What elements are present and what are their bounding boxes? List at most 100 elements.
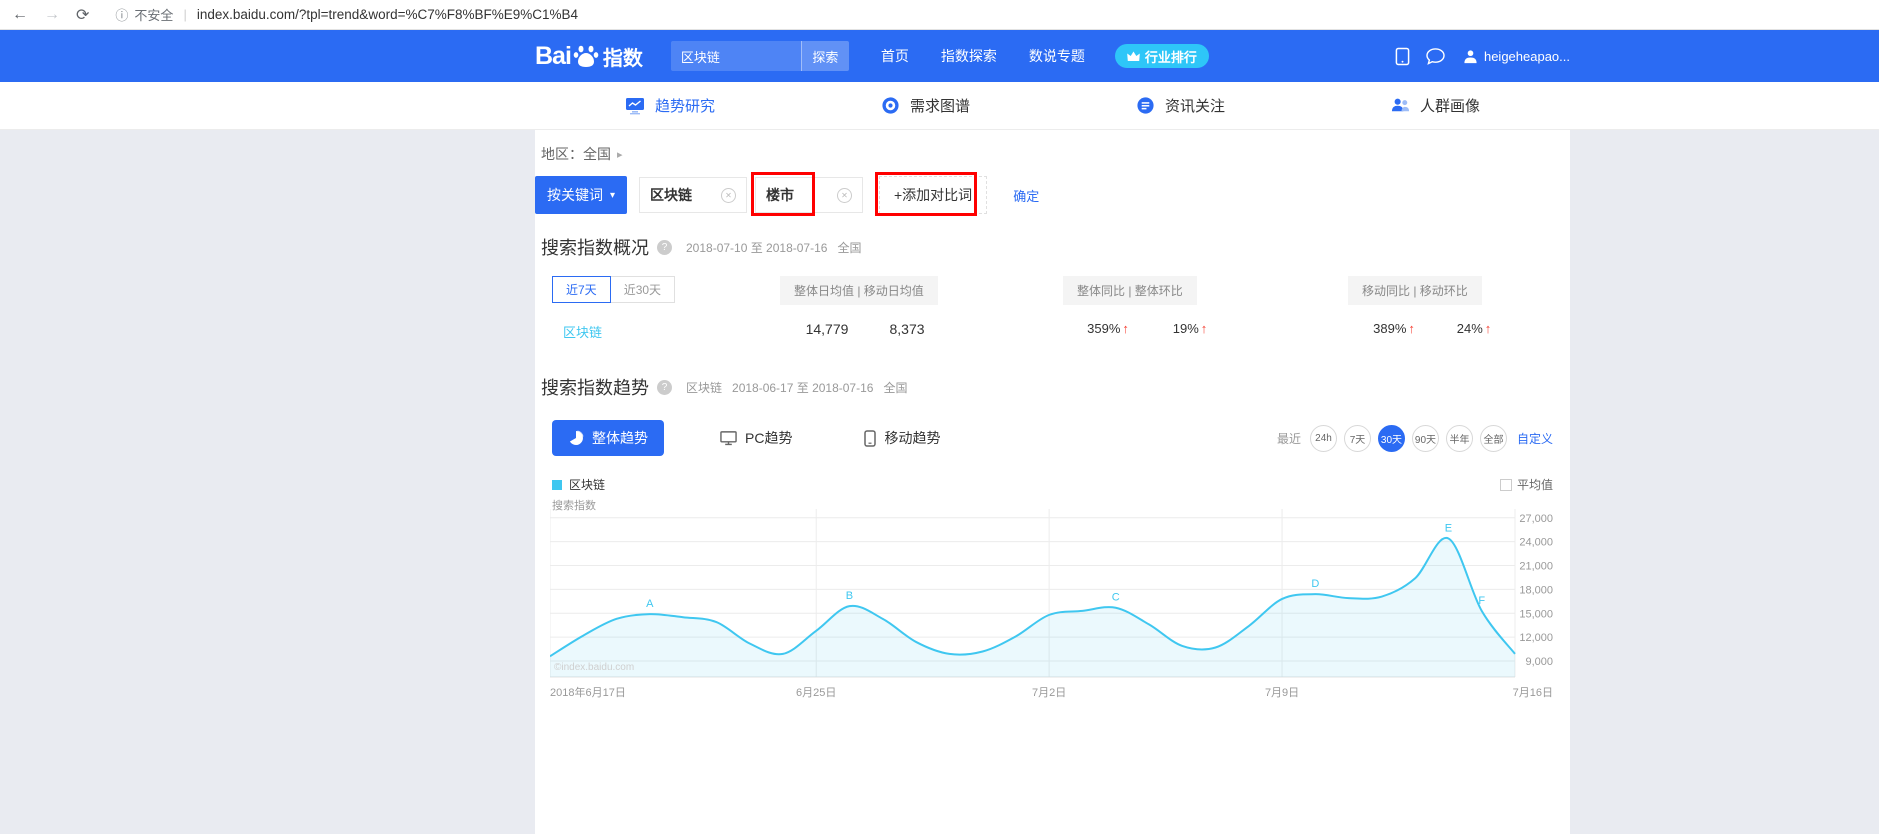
search-input[interactable] bbox=[670, 41, 801, 71]
remove-keyword-icon[interactable]: ✕ bbox=[837, 187, 852, 203]
smartphone-icon bbox=[864, 429, 877, 447]
tab-pc-trend[interactable]: PC趋势 bbox=[704, 420, 808, 456]
column-header-mobile-compare: 移动同比 | 移动环比 bbox=[1348, 276, 1482, 305]
tab-last-30-days[interactable]: 近30天 bbox=[609, 276, 676, 303]
recent-label: 最近 bbox=[1276, 431, 1301, 446]
svg-text:F: F bbox=[1478, 595, 1485, 607]
trend-title-row: 搜索指数趋势 ? 区块链 2018-06-17 至 2018-07-16 全国 bbox=[541, 374, 1570, 400]
legend-blockchain[interactable]: 区块链 bbox=[552, 476, 605, 493]
confirm-link[interactable]: 确定 bbox=[1013, 186, 1039, 205]
table-row-keyword[interactable]: 区块链 bbox=[563, 322, 602, 341]
time-range-group: 最近 24h 7天 30天 90天 半年 全部 自定义 bbox=[1276, 424, 1553, 452]
column-header-overall-compare: 整体同比 | 整体环比 bbox=[1063, 276, 1197, 305]
range-half-year[interactable]: 半年 bbox=[1445, 424, 1473, 452]
industry-rank-badge[interactable]: 行业排行 bbox=[1114, 44, 1209, 68]
nav-home[interactable]: 首页 bbox=[881, 46, 909, 66]
overview-table: 近7天 近30天 整体日均值 | 移动日均值 整体同比 | 整体环比 移动同比 … bbox=[552, 276, 1570, 354]
browser-back-icon[interactable]: ← bbox=[12, 6, 28, 24]
mobile-daily-avg-value: 8,373 bbox=[889, 321, 925, 337]
help-icon[interactable]: ? bbox=[657, 239, 672, 255]
svg-text:7月2日: 7月2日 bbox=[1032, 687, 1066, 699]
remove-keyword-icon[interactable]: ✕ bbox=[721, 187, 736, 203]
up-arrow-icon: ↑ bbox=[1122, 321, 1129, 336]
baidu-index-logo[interactable]: Bai 指数 bbox=[535, 42, 643, 71]
help-icon[interactable]: ? bbox=[657, 379, 672, 395]
url-text[interactable]: index.baidu.com/?tpl=trend&word=%C7%F8%B… bbox=[197, 7, 578, 22]
svg-text:27,000: 27,000 bbox=[1519, 513, 1553, 525]
browser-reload-icon[interactable]: ⟳ bbox=[76, 5, 89, 25]
mobile-app-icon[interactable] bbox=[1395, 47, 1410, 66]
feedback-chat-icon[interactable] bbox=[1426, 47, 1445, 65]
svg-text:7月9日: 7月9日 bbox=[1265, 687, 1299, 699]
subnav-label: 资讯关注 bbox=[1164, 98, 1225, 115]
average-checkbox[interactable]: 平均值 bbox=[1499, 476, 1553, 493]
checkbox-icon[interactable] bbox=[1499, 478, 1512, 491]
tab-overall-trend[interactable]: 整体趋势 bbox=[552, 420, 664, 456]
add-compare-button[interactable]: +添加对比词 bbox=[879, 176, 988, 214]
mobile-yoy-value: 389% ↑ bbox=[1373, 321, 1415, 336]
tab-demand-map[interactable]: 需求图谱 bbox=[881, 95, 970, 116]
url-divider: | bbox=[183, 7, 187, 22]
overview-date-range: 2018-07-10 至 2018-07-16 bbox=[686, 240, 828, 255]
search-explore-button[interactable]: 探索 bbox=[800, 41, 849, 71]
svg-text:2018年6月17日: 2018年6月17日 bbox=[550, 685, 626, 699]
feature-subnav: 趋势研究 需求图谱 资讯关注 人群画像 bbox=[0, 82, 1879, 130]
subnav-label: 人群画像 bbox=[1419, 98, 1480, 115]
header-search-box: 探索 bbox=[670, 41, 849, 71]
page-background: 地区：全国 ▸ 按关键词 ▾ 区块链 ✕ 楼市 ✕ +添加对比词 确定 搜索指数 bbox=[0, 130, 1879, 834]
trend-line-chart[interactable]: 9,000 12,000 15,000 18,000 21,000 24,000 27,00… bbox=[549, 498, 1570, 706]
svg-text:21,000: 21,000 bbox=[1519, 561, 1553, 573]
overall-daily-avg-value: 14,779 bbox=[805, 321, 849, 337]
range-90d[interactable]: 90天 bbox=[1411, 424, 1439, 452]
range-30d[interactable]: 30天 bbox=[1377, 424, 1405, 452]
demand-map-icon bbox=[881, 96, 900, 115]
trend-title: 搜索指数趋势 bbox=[541, 378, 649, 398]
nav-index-explore[interactable]: 指数探索 bbox=[941, 46, 997, 66]
tab-crowd-portrait[interactable]: 人群画像 bbox=[1391, 95, 1480, 116]
keyword-chip-label: 楼市 bbox=[766, 187, 794, 203]
svg-text:6月25日: 6月25日 bbox=[796, 687, 836, 699]
main-content: 地区：全国 ▸ 按关键词 ▾ 区块链 ✕ 楼市 ✕ +添加对比词 确定 搜索指数 bbox=[535, 130, 1570, 834]
svg-text:B: B bbox=[846, 590, 853, 602]
range-custom[interactable]: 自定义 bbox=[1517, 430, 1553, 447]
keyword-chip-label: 区块链 bbox=[650, 187, 692, 203]
svg-text:E: E bbox=[1445, 522, 1452, 534]
browser-forward-icon[interactable]: → bbox=[44, 6, 60, 24]
logo-suffix-text: 指数 bbox=[602, 47, 643, 70]
keyword-filter-row: 按关键词 ▾ 区块链 ✕ 楼市 ✕ +添加对比词 确定 bbox=[535, 172, 1570, 216]
trend-tab-label: 整体趋势 bbox=[592, 430, 648, 446]
nav-data-topics[interactable]: 数说专题 bbox=[1029, 46, 1085, 66]
region-selector[interactable]: 地区：全国 bbox=[541, 144, 611, 164]
keyword-mode-button[interactable]: 按关键词 ▾ bbox=[535, 176, 627, 214]
tab-mobile-trend[interactable]: 移动趋势 bbox=[848, 420, 956, 456]
tab-trend-research[interactable]: 趋势研究 bbox=[625, 95, 715, 116]
tab-last-7-days[interactable]: 近7天 bbox=[552, 276, 611, 303]
overview-tabs: 近7天 近30天 bbox=[552, 276, 676, 303]
trend-chart-icon bbox=[625, 97, 645, 115]
keyword-chip-blockchain[interactable]: 区块链 ✕ bbox=[639, 177, 747, 213]
crown-icon bbox=[1127, 51, 1140, 62]
user-account[interactable]: heigeheapao... bbox=[1463, 49, 1570, 64]
browser-address-bar: ← → ⟳ ⓘ 不安全 | index.baidu.com/?tpl=trend… bbox=[0, 0, 1879, 30]
up-arrow-icon: ↑ bbox=[1484, 321, 1492, 336]
monitor-icon bbox=[720, 430, 737, 446]
site-info-icon[interactable]: ⓘ bbox=[115, 5, 128, 24]
svg-text:C: C bbox=[1112, 592, 1120, 604]
overall-qoq-value: 19% ↑ bbox=[1172, 321, 1208, 336]
trend-date-range: 2018-06-17 至 2018-07-16 bbox=[732, 380, 874, 395]
svg-text:15,000: 15,000 bbox=[1519, 608, 1553, 620]
region-arrow-icon: ▸ bbox=[617, 148, 623, 161]
range-all[interactable]: 全部 bbox=[1479, 424, 1507, 452]
overview-title: 搜索指数概况 bbox=[541, 238, 649, 258]
pie-chart-icon bbox=[568, 430, 584, 446]
caret-down-icon: ▾ bbox=[609, 189, 616, 201]
range-24h[interactable]: 24h bbox=[1309, 424, 1337, 452]
mobile-qoq-value: 24% ↑ bbox=[1456, 321, 1492, 336]
keyword-chip-housing[interactable]: 楼市 ✕ bbox=[755, 177, 863, 213]
overview-region: 全国 bbox=[837, 240, 862, 255]
tab-news-attention[interactable]: 资讯关注 bbox=[1136, 95, 1225, 116]
legend-color-swatch bbox=[552, 479, 562, 490]
range-7d[interactable]: 7天 bbox=[1343, 424, 1371, 452]
trend-keyword: 区块链 bbox=[686, 380, 723, 395]
overview-title-row: 搜索指数概况 ? 2018-07-10 至 2018-07-16 全国 bbox=[541, 234, 1570, 260]
